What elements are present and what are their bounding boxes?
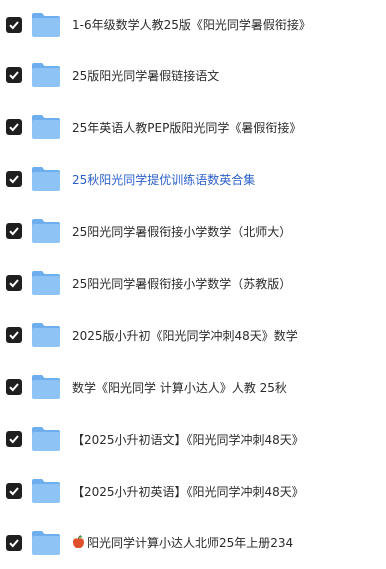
checkbox[interactable] [6,275,22,291]
checkbox[interactable] [6,327,22,343]
file-row[interactable]: 25年英语人教PEP版阳光同学《暑假衔接》 [0,101,386,153]
folder-icon [31,114,61,140]
file-row[interactable]: 25秋阳光同学提优训练语数英合集 [0,153,386,205]
file-row[interactable]: 25阳光同学暑假衔接小学数学（北师大） [0,205,386,257]
file-row[interactable]: 阳光同学计算小达人北师25年上册234 [0,517,386,569]
file-name: 25版阳光同学暑假链接语文 [72,68,220,83]
file-name: 25阳光同学暑假衔接小学数学（苏教版） [72,276,292,291]
checkbox[interactable] [6,16,22,33]
file-name: 【2025小升初语文】《阳光同学冲刺48天》 [72,432,304,447]
folder-icon [31,426,61,452]
folder-icon [31,374,61,400]
folder-icon [31,270,61,296]
folder-icon [31,322,61,348]
file-row[interactable]: 【2025小升初语文】《阳光同学冲刺48天》 [0,413,386,465]
file-row[interactable]: 2025版小升初《阳光同学冲刺48天》数学 [0,309,386,361]
checkbox[interactable] [6,431,22,447]
file-name: 25秋阳光同学提优训练语数英合集 [72,172,256,187]
checkbox[interactable] [6,119,22,135]
file-row[interactable]: 1-6年级数学人教25版《阳光同学暑假衔接》 [0,0,386,49]
file-name: 数学《阳光同学 计算小达人》人教 25秋 [72,380,287,395]
checkbox[interactable] [6,67,22,83]
file-row[interactable]: 数学《阳光同学 计算小达人》人教 25秋 [0,361,386,413]
checkbox[interactable] [6,171,22,187]
file-name: 2025版小升初《阳光同学冲刺48天》数学 [72,328,298,343]
file-name: 25阳光同学暑假衔接小学数学（北师大） [72,224,292,239]
file-row[interactable]: 25阳光同学暑假衔接小学数学（苏教版） [0,257,386,309]
file-row[interactable]: 25版阳光同学暑假链接语文 [0,49,386,101]
folder-icon [31,62,61,88]
file-name: 25年英语人教PEP版阳光同学《暑假衔接》 [72,120,302,135]
checkbox[interactable] [6,483,22,499]
checkbox[interactable] [6,223,22,239]
file-row[interactable]: 【2025小升初英语】《阳光同学冲刺48天》 [0,465,386,517]
apple-icon [72,535,85,552]
folder-icon [31,530,61,556]
file-name-wrapper: 阳光同学计算小达人北师25年上册234 [72,534,293,552]
folder-icon [31,218,61,244]
checkbox[interactable] [6,535,22,551]
file-list: 1-6年级数学人教25版《阳光同学暑假衔接》 25版阳光同学暑假链接语文 25年… [0,0,386,569]
file-name: 1-6年级数学人教25版《阳光同学暑假衔接》 [72,18,311,32]
folder-icon [31,12,61,38]
file-name: 【2025小升初英语】《阳光同学冲刺48天》 [72,484,304,499]
folder-icon [31,478,61,504]
checkbox[interactable] [6,379,22,395]
folder-icon [31,166,61,192]
file-name: 阳光同学计算小达人北师25年上册234 [87,536,294,550]
